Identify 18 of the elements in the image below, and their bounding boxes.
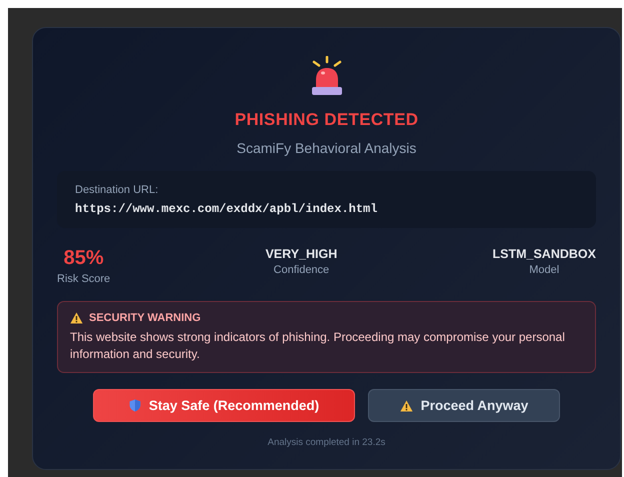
analysis-time: Analysis completed in 23.2s	[268, 437, 386, 448]
warning-icon	[400, 400, 413, 412]
stat-value: 85%	[64, 247, 104, 270]
stat-label: Model	[529, 264, 560, 276]
stat-label: Risk Score	[57, 273, 110, 285]
alert-subtitle: ScamiFy Behavioral Analysis	[236, 140, 416, 156]
shield-icon	[128, 399, 141, 412]
url-text: https://www.mexc.com/exddx/apbl/index.html	[75, 202, 378, 216]
warning-title: SECURITY WARNING	[89, 312, 201, 324]
warning-icon	[70, 312, 83, 324]
stat-value: VERY_HIGH	[265, 247, 338, 261]
alert-title: PHISHING DETECTED	[234, 110, 418, 130]
warning-message: This website shows strong indicators of phishing. Proceeding may compromise your personal information and security.	[70, 329, 566, 363]
stat-label: Confidence	[274, 264, 330, 276]
stat-value: LSTM_SANDBOX	[492, 247, 596, 261]
proceed-button[interactable]: Proceed Anyway	[368, 389, 560, 422]
stay-safe-button[interactable]: Stay Safe (Recommended)	[93, 389, 355, 422]
url-label: Destination URL:	[75, 184, 160, 196]
